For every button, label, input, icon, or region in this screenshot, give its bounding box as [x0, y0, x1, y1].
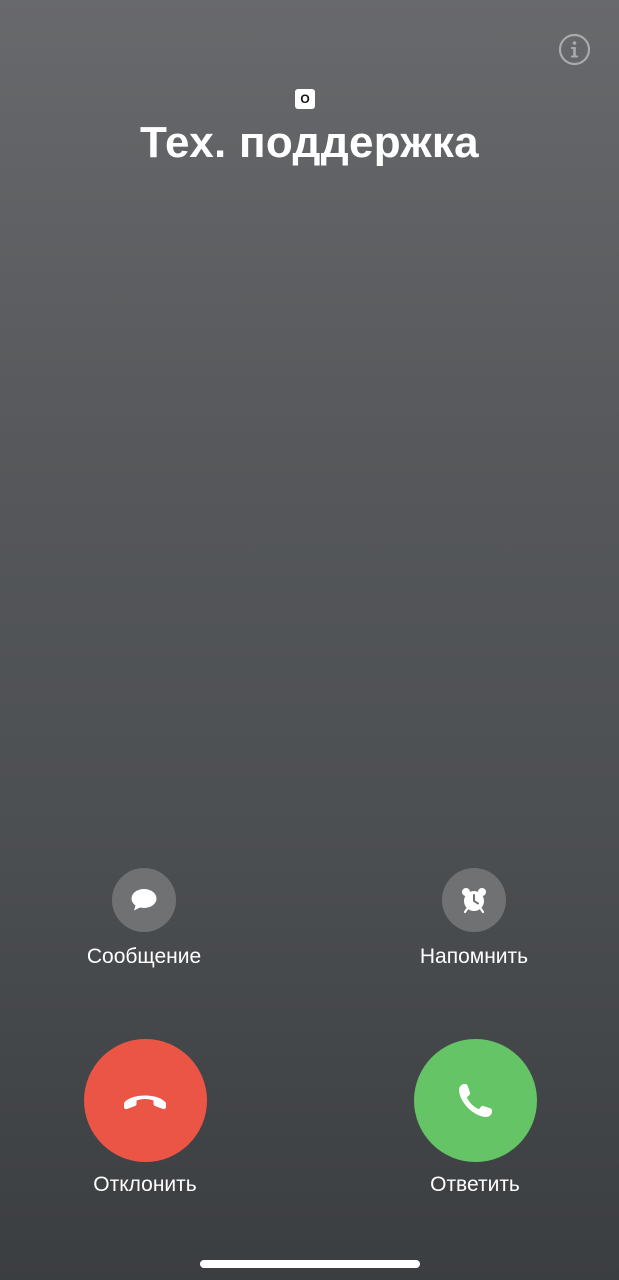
message-bubble-icon [131, 889, 157, 911]
incoming-call-screen: O Тех. поддержка Сообщение Напомнить Отк… [0, 0, 619, 1280]
remind-action: Напомнить [384, 868, 564, 970]
accept-action: Ответить [375, 1039, 575, 1198]
decline-label: Отклонить [93, 1173, 197, 1196]
info-icon [558, 33, 591, 66]
accept-label: Ответить [430, 1173, 520, 1196]
alarm-clock-icon [462, 888, 486, 914]
decline-button[interactable] [83, 1039, 207, 1162]
phone-icon [459, 1083, 492, 1117]
accept-button[interactable] [413, 1039, 537, 1162]
remind-label: Напомнить [419, 945, 529, 968]
message-action: Сообщение [54, 868, 234, 970]
phone-hangup-icon [124, 1095, 166, 1109]
home-indicator[interactable] [200, 1260, 420, 1268]
info-button[interactable] [558, 33, 591, 66]
message-label: Сообщение [86, 945, 202, 968]
remind-button[interactable] [442, 868, 506, 932]
caller-badge: O [295, 89, 315, 109]
decline-action: Отклонить [45, 1039, 245, 1198]
message-button[interactable] [112, 868, 176, 932]
caller-name: Тех. поддержка [140, 118, 479, 167]
